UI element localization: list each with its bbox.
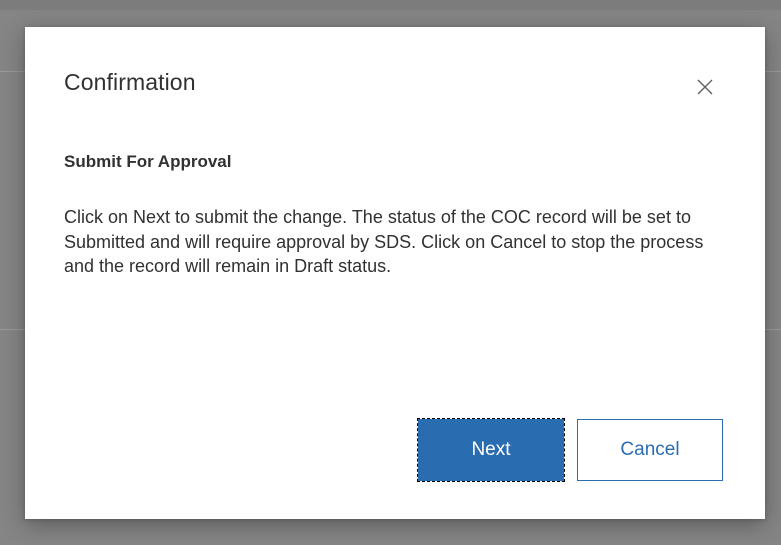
- dialog-title: Confirmation: [64, 69, 196, 95]
- background-header: [0, 0, 781, 10]
- cancel-button[interactable]: Cancel: [577, 419, 723, 481]
- next-button[interactable]: Next: [417, 418, 565, 482]
- dialog-message: Click on Next to submit the change. The …: [64, 207, 704, 276]
- close-button[interactable]: [689, 71, 721, 103]
- dialog-subtitle: Submit For Approval: [64, 152, 232, 171]
- close-icon: [697, 79, 713, 95]
- confirmation-dialog: Confirmation Submit For Approval Click o…: [25, 27, 765, 519]
